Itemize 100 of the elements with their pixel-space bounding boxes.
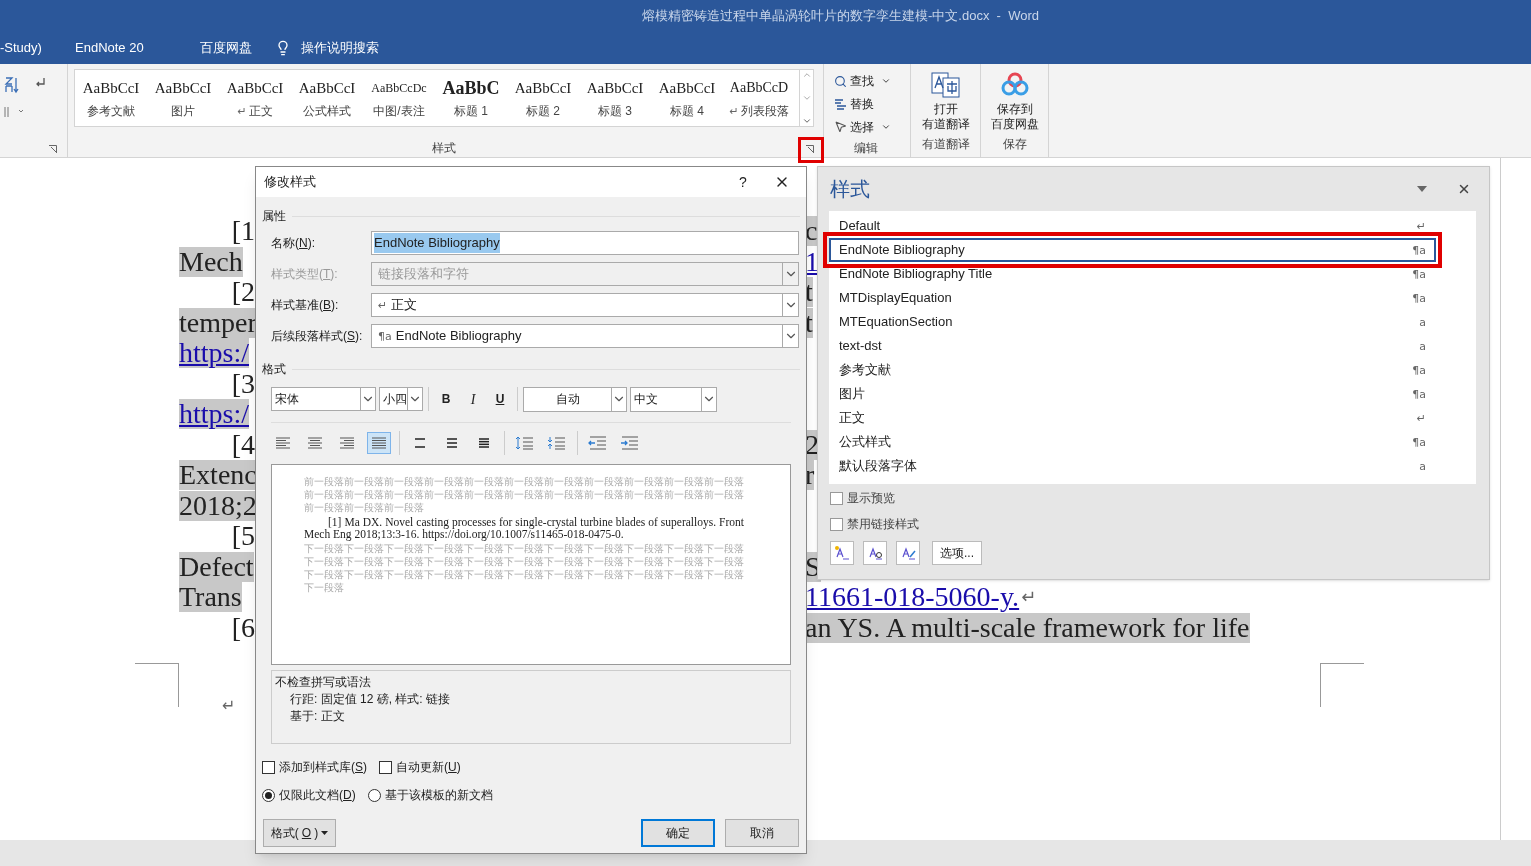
bold-button[interactable]: B: [434, 390, 458, 408]
dialog-launcher-icon[interactable]: [49, 145, 57, 153]
hyperlink[interactable]: https:/: [179, 399, 249, 430]
size-dropdown[interactable]: 小四: [379, 387, 423, 411]
highlight-frame: [798, 137, 824, 163]
radio-button[interactable]: [262, 788, 275, 802]
description-text: 不检查拼写或语法: [275, 674, 372, 691]
page-corner-mark: [135, 663, 179, 707]
dropdown-field[interactable]: ¶a EndNote Bibliography: [371, 324, 799, 348]
tell-me-field[interactable]: 操作说明搜索: [301, 38, 379, 58]
description-text: 行距: 固定值 12 磅, 样式: 链接: [289, 691, 452, 708]
ribbon-command[interactable]: 查找: [834, 70, 891, 93]
name-field[interactable]: EndNote Bibliography: [371, 231, 799, 255]
checkbox-label: 禁用链接样式: [847, 516, 919, 533]
window-title: 熔模精密铸造过程中单晶涡轮叶片的数字孪生建模-中文.docx - Word: [642, 7, 1039, 26]
style-gallery-item[interactable]: AaBbCcI 标题 3: [579, 70, 651, 126]
group-label: 有道翻译: [921, 136, 970, 153]
paragraph-mark: ↵: [222, 695, 236, 717]
ribbon-tab[interactable]: EndNote 20: [75, 38, 200, 58]
style-list-item[interactable]: text-dst a: [829, 334, 1436, 358]
style-gallery-item[interactable]: AaBbCcI 标题 4: [651, 70, 723, 126]
style-list-item[interactable]: EndNote Bibliography Title ¶a: [829, 262, 1436, 286]
section-heading: 属性: [262, 208, 286, 225]
style-inspector-button[interactable]: [863, 541, 887, 565]
cloud-icon[interactable]: [1000, 72, 1029, 98]
hyperlink[interactable]: 11661-018-5060-y.: [805, 582, 1020, 613]
field-label: 名称(N):: [271, 235, 316, 252]
font-dropdown[interactable]: 宋体: [271, 387, 376, 411]
style-list-item[interactable]: MTDisplayEquation ¶a: [829, 286, 1436, 310]
page-corner-mark: [1320, 663, 1364, 707]
style-list-item[interactable]: 默认段落字体 a: [829, 454, 1436, 478]
align-icon: [371, 436, 387, 450]
style-list-item[interactable]: 图片 ¶a: [829, 382, 1436, 406]
hyperlink[interactable]: https:/: [179, 338, 249, 369]
dropdown-field[interactable]: ↵ 正文: [371, 293, 799, 317]
alignment-button[interactable]: [367, 432, 391, 454]
font-colour-dropdown[interactable]: 自动: [523, 386, 627, 412]
style-type-symbol: ↵: [237, 105, 247, 117]
more-icon[interactable]: [801, 116, 812, 126]
ribbon-command[interactable]: 保存到 百度网盘: [990, 102, 1039, 132]
new-style-button[interactable]: [830, 541, 854, 565]
style-list-item[interactable]: MTEquationSection a: [829, 310, 1436, 334]
gallery-scrollbar[interactable]: [799, 70, 813, 126]
manage-styles-icon: [900, 545, 916, 561]
align-icon: [307, 436, 323, 450]
style-list-item[interactable]: Default ↵: [829, 214, 1436, 238]
document-text: [4: [231, 429, 255, 460]
manage-styles-button[interactable]: [896, 541, 920, 565]
cancel-button[interactable]: 取消: [725, 819, 799, 847]
checkbox[interactable]: [379, 760, 392, 774]
close-icon[interactable]: [1457, 182, 1471, 196]
dialog-launcher-icon[interactable]: [806, 145, 814, 153]
style-type-symbol: a: [1419, 340, 1426, 352]
format-menu-button[interactable]: 格式( O ): [263, 819, 336, 847]
ribbon-command[interactable]: 替换: [834, 92, 874, 116]
style-gallery-item[interactable]: AaBbCcI 图片: [147, 70, 219, 126]
style-type-symbol: a: [1419, 460, 1426, 472]
ribbon-tab[interactable]: 百度网盘: [200, 38, 275, 58]
checkbox-label: 显示预览: [847, 490, 895, 507]
checkbox[interactable]: [830, 517, 843, 531]
style-gallery-item[interactable]: AaBbCcI 标题 2: [507, 70, 579, 126]
style-gallery-item[interactable]: AaBbCcDc 中图/表注: [363, 70, 435, 126]
style-list-item[interactable]: 公式样式 ¶a: [829, 430, 1436, 454]
document-text: Trans: [179, 582, 242, 613]
pointer-icon: [834, 120, 847, 134]
document-text: [6: [231, 612, 255, 643]
document-text: [2: [231, 277, 255, 308]
section-heading: 格式: [262, 361, 286, 378]
radio-button[interactable]: [367, 788, 381, 802]
style-gallery-item[interactable]: AaBbCcI 公式样式: [291, 70, 363, 126]
field-label: 样式基准(B):: [271, 297, 340, 314]
style-type-symbol: a: [1419, 316, 1426, 328]
checkbox[interactable]: [830, 491, 843, 505]
script-dropdown[interactable]: 中文: [630, 386, 717, 412]
style-gallery-item[interactable]: AaBbC 标题 1: [435, 70, 507, 126]
document-text: 2018;2: [179, 490, 257, 521]
checkbox[interactable]: [262, 760, 275, 774]
document-text: [3: [231, 368, 255, 399]
ribbon-tab[interactable]: -Study): [0, 38, 75, 58]
style-type-symbol: ↵: [1416, 412, 1426, 424]
ribbon-command[interactable]: 打开 有道翻译: [921, 102, 970, 132]
style-list-item[interactable]: 正文 ↵: [829, 406, 1436, 430]
underline-button[interactable]: U: [488, 390, 512, 408]
style-list-item[interactable]: 参考文献 ¶a: [829, 358, 1436, 382]
ribbon-command[interactable]: 选择: [834, 115, 891, 138]
translate-icon[interactable]: [930, 72, 961, 98]
dropdown-arrow-icon[interactable]: [1417, 186, 1427, 192]
hyperlink[interactable]: 1: [805, 246, 819, 277]
group-label: 样式: [432, 140, 456, 157]
caret-icon: [321, 831, 329, 835]
ok-button[interactable]: 确定: [641, 819, 715, 847]
style-type-symbol: ↵: [1416, 220, 1426, 232]
document-text: temper: [179, 307, 257, 338]
style-gallery-item[interactable]: AaBbCcI 参考文献: [75, 70, 147, 126]
style-gallery-item[interactable]: AaBbCcD ↵ 列表段落: [723, 70, 795, 126]
dialog-title: 修改样式: [264, 173, 316, 192]
italic-button[interactable]: I: [461, 388, 485, 410]
help-button[interactable]: ?: [728, 171, 758, 193]
style-gallery-item[interactable]: AaBbCcI ↵ 正文: [219, 70, 291, 126]
options-button[interactable]: 选项...: [932, 541, 982, 565]
